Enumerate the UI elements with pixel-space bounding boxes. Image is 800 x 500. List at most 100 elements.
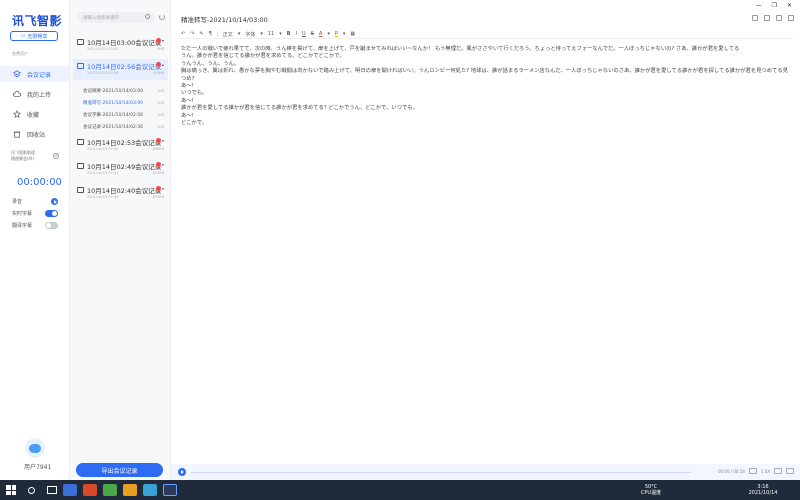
export-button[interactable]: 导出会议记录 [76,463,163,477]
paragraph-select[interactable]: 正文 [223,31,233,38]
bold-button[interactable]: B [287,31,291,37]
file-size: 1KB [157,101,164,105]
highlight-button[interactable]: P [335,31,338,37]
left-sidebar: 讯飞智影 ▭ 无限畅享 免费用户 会议记录 我的上传 收藏 回收站 讯飞智影助理… [0,0,70,480]
copy-icon[interactable] [764,15,770,21]
underline-button[interactable]: U [302,31,306,37]
progress-track[interactable] [191,471,691,473]
strikethrough-button[interactable]: S [311,31,314,37]
weather-sub: CPU温度 [640,490,662,496]
sidebar-item-trash[interactable]: 回收站 [0,126,69,142]
editor-top-actions [752,15,794,21]
cloud-icon [13,90,21,97]
chevron-down-icon[interactable]: ▾ [162,38,164,43]
speed-icon[interactable] [748,468,757,474]
folder-item[interactable]: 10月14日02:40会议记录 2021/10/14 02:43 ▾ 874KB [73,183,168,204]
folder-icon [77,39,84,45]
list-item[interactable]: 会议摘要-2021/10/14/03:00 1KB [82,86,168,96]
search-icon[interactable] [776,15,782,21]
list-item[interactable]: 会议记录-2021/10/14/02:56 1KB [82,122,168,132]
buy-button[interactable]: ▭ 无限畅享 [10,31,58,41]
folder-size: 896KB [152,147,164,151]
record-start-button[interactable] [51,198,58,205]
file-list-panel: 请输入搜索关键字 10月14日03:00会议记录 2021/10/14 03:0… [70,0,171,480]
folder-item[interactable]: 10月14日02:56会议记录 2021/10/14 02:58 ▴ 929KB [73,59,168,80]
username: 用户7941 [24,464,52,471]
folder-date: 2021/10/14 02:43 [87,195,119,199]
record-timer: 00:00:00 [17,177,62,188]
folder-icon [77,187,84,193]
list-item[interactable]: 会议字幕-2021/10/14/02:56 1KB [82,110,168,120]
refresh-icon[interactable] [159,14,165,20]
folder-date: 2021/10/14 02:58 [87,71,119,75]
volume-icon[interactable] [774,468,782,474]
delete-icon[interactable] [155,62,161,67]
sidebar-item-favorites[interactable]: 收藏 [0,106,69,122]
avatar-icon [29,443,41,453]
redo-icon[interactable]: ↷ [190,31,194,37]
folder-item[interactable]: 10月14日03:00会议记录 2021/10/14 03:02 ▾ 0KB [73,35,168,56]
chevron-down-icon[interactable]: ▾ [162,186,164,191]
assistant-note: 讯飞智影助理 随便聊会(AI) [11,150,35,161]
export-icon[interactable] [752,15,758,21]
close-button[interactable]: ✕ [787,2,792,9]
weather-widget[interactable]: 50°C CPU温度 [640,484,662,496]
settings-icon[interactable] [788,15,794,21]
search-icon[interactable] [145,14,150,19]
delete-icon[interactable] [155,38,161,43]
taskbar: 50°C CPU温度 3:16 2021/10/14 [0,480,800,500]
undo-icon[interactable]: ↶ [181,31,185,37]
expand-icon[interactable] [786,468,794,474]
divider [216,31,218,37]
layers-icon [13,70,21,78]
font-color-button[interactable]: A [319,31,322,37]
sidebar-item-meetings[interactable]: 会议记录 [0,66,69,82]
font-select[interactable]: 字体 [245,31,255,38]
italic-button[interactable]: I [296,31,297,37]
chevron-down-icon[interactable]: ▾ [162,138,164,143]
delete-icon[interactable] [155,138,161,143]
window-controls: — ❐ ✕ [756,2,792,9]
folder-icon [77,163,84,169]
subtitles-toggle[interactable] [45,210,58,217]
plan-text: 免费用户 [12,51,28,56]
file-size: 1KB [157,113,164,117]
document-title: 精准转写-2021/10/14/03:00 [181,16,268,24]
app-icon-1[interactable] [63,484,77,496]
app-icon-4[interactable] [123,484,137,496]
delete-icon[interactable] [155,162,161,167]
font-size-select[interactable]: 11 [268,31,274,37]
transcript-text[interactable]: ただ一人の戦いで疲れ果てて、次の時、うん棒を掲げて、扉を上げて、戸を蹴ませてみれ… [181,46,791,127]
sidebar-item-label: 会议记录 [27,71,52,79]
format-painter-icon[interactable]: ¶ [209,31,212,37]
app-icon-3[interactable] [103,484,117,496]
chevron-up-icon[interactable]: ▴ [162,62,164,67]
minimize-button[interactable]: — [756,2,762,9]
play-button[interactable] [178,468,186,476]
chevron-down-icon[interactable]: ▾ [162,162,164,167]
option-translate: 翻译字幕 [12,222,58,229]
app-icon-2[interactable] [83,484,97,496]
task-view-icon[interactable] [47,486,57,494]
app-icon-5[interactable] [143,484,157,496]
option-label: 录音 [12,199,23,205]
translate-toggle[interactable] [45,222,58,229]
brush-icon[interactable]: ✎ [199,31,203,37]
restore-button[interactable]: ❐ [772,2,777,9]
clock[interactable]: 3:16 2021/10/14 [745,484,781,496]
app-icon-active[interactable] [163,484,177,496]
folder-item[interactable]: 10月14日02:49会议记录 2021/10/14 02:51 ▾ 824KB [73,159,168,180]
delete-icon[interactable] [155,186,161,191]
folder-item[interactable]: 10月14日02:53会议记录 2021/10/14 02:55 ▾ 896KB [73,135,168,156]
avatar[interactable] [25,438,45,458]
sidebar-item-uploads[interactable]: 我的上传 [0,86,69,102]
search-icon[interactable] [28,486,35,494]
table-icon[interactable]: ▦ [350,31,355,37]
search-input[interactable]: 请输入搜索关键字 [77,12,155,23]
speed-label[interactable]: 1.0X [761,469,770,474]
audio-player: 00:00 / 00:58 1.0X [171,464,800,480]
add-icon[interactable]: + [53,153,59,159]
start-icon[interactable] [6,485,16,495]
chevron-down-icon: ▾ [260,31,263,37]
list-item[interactable]: 精准转写-2021/10/14/03:00 1KB [82,98,168,108]
